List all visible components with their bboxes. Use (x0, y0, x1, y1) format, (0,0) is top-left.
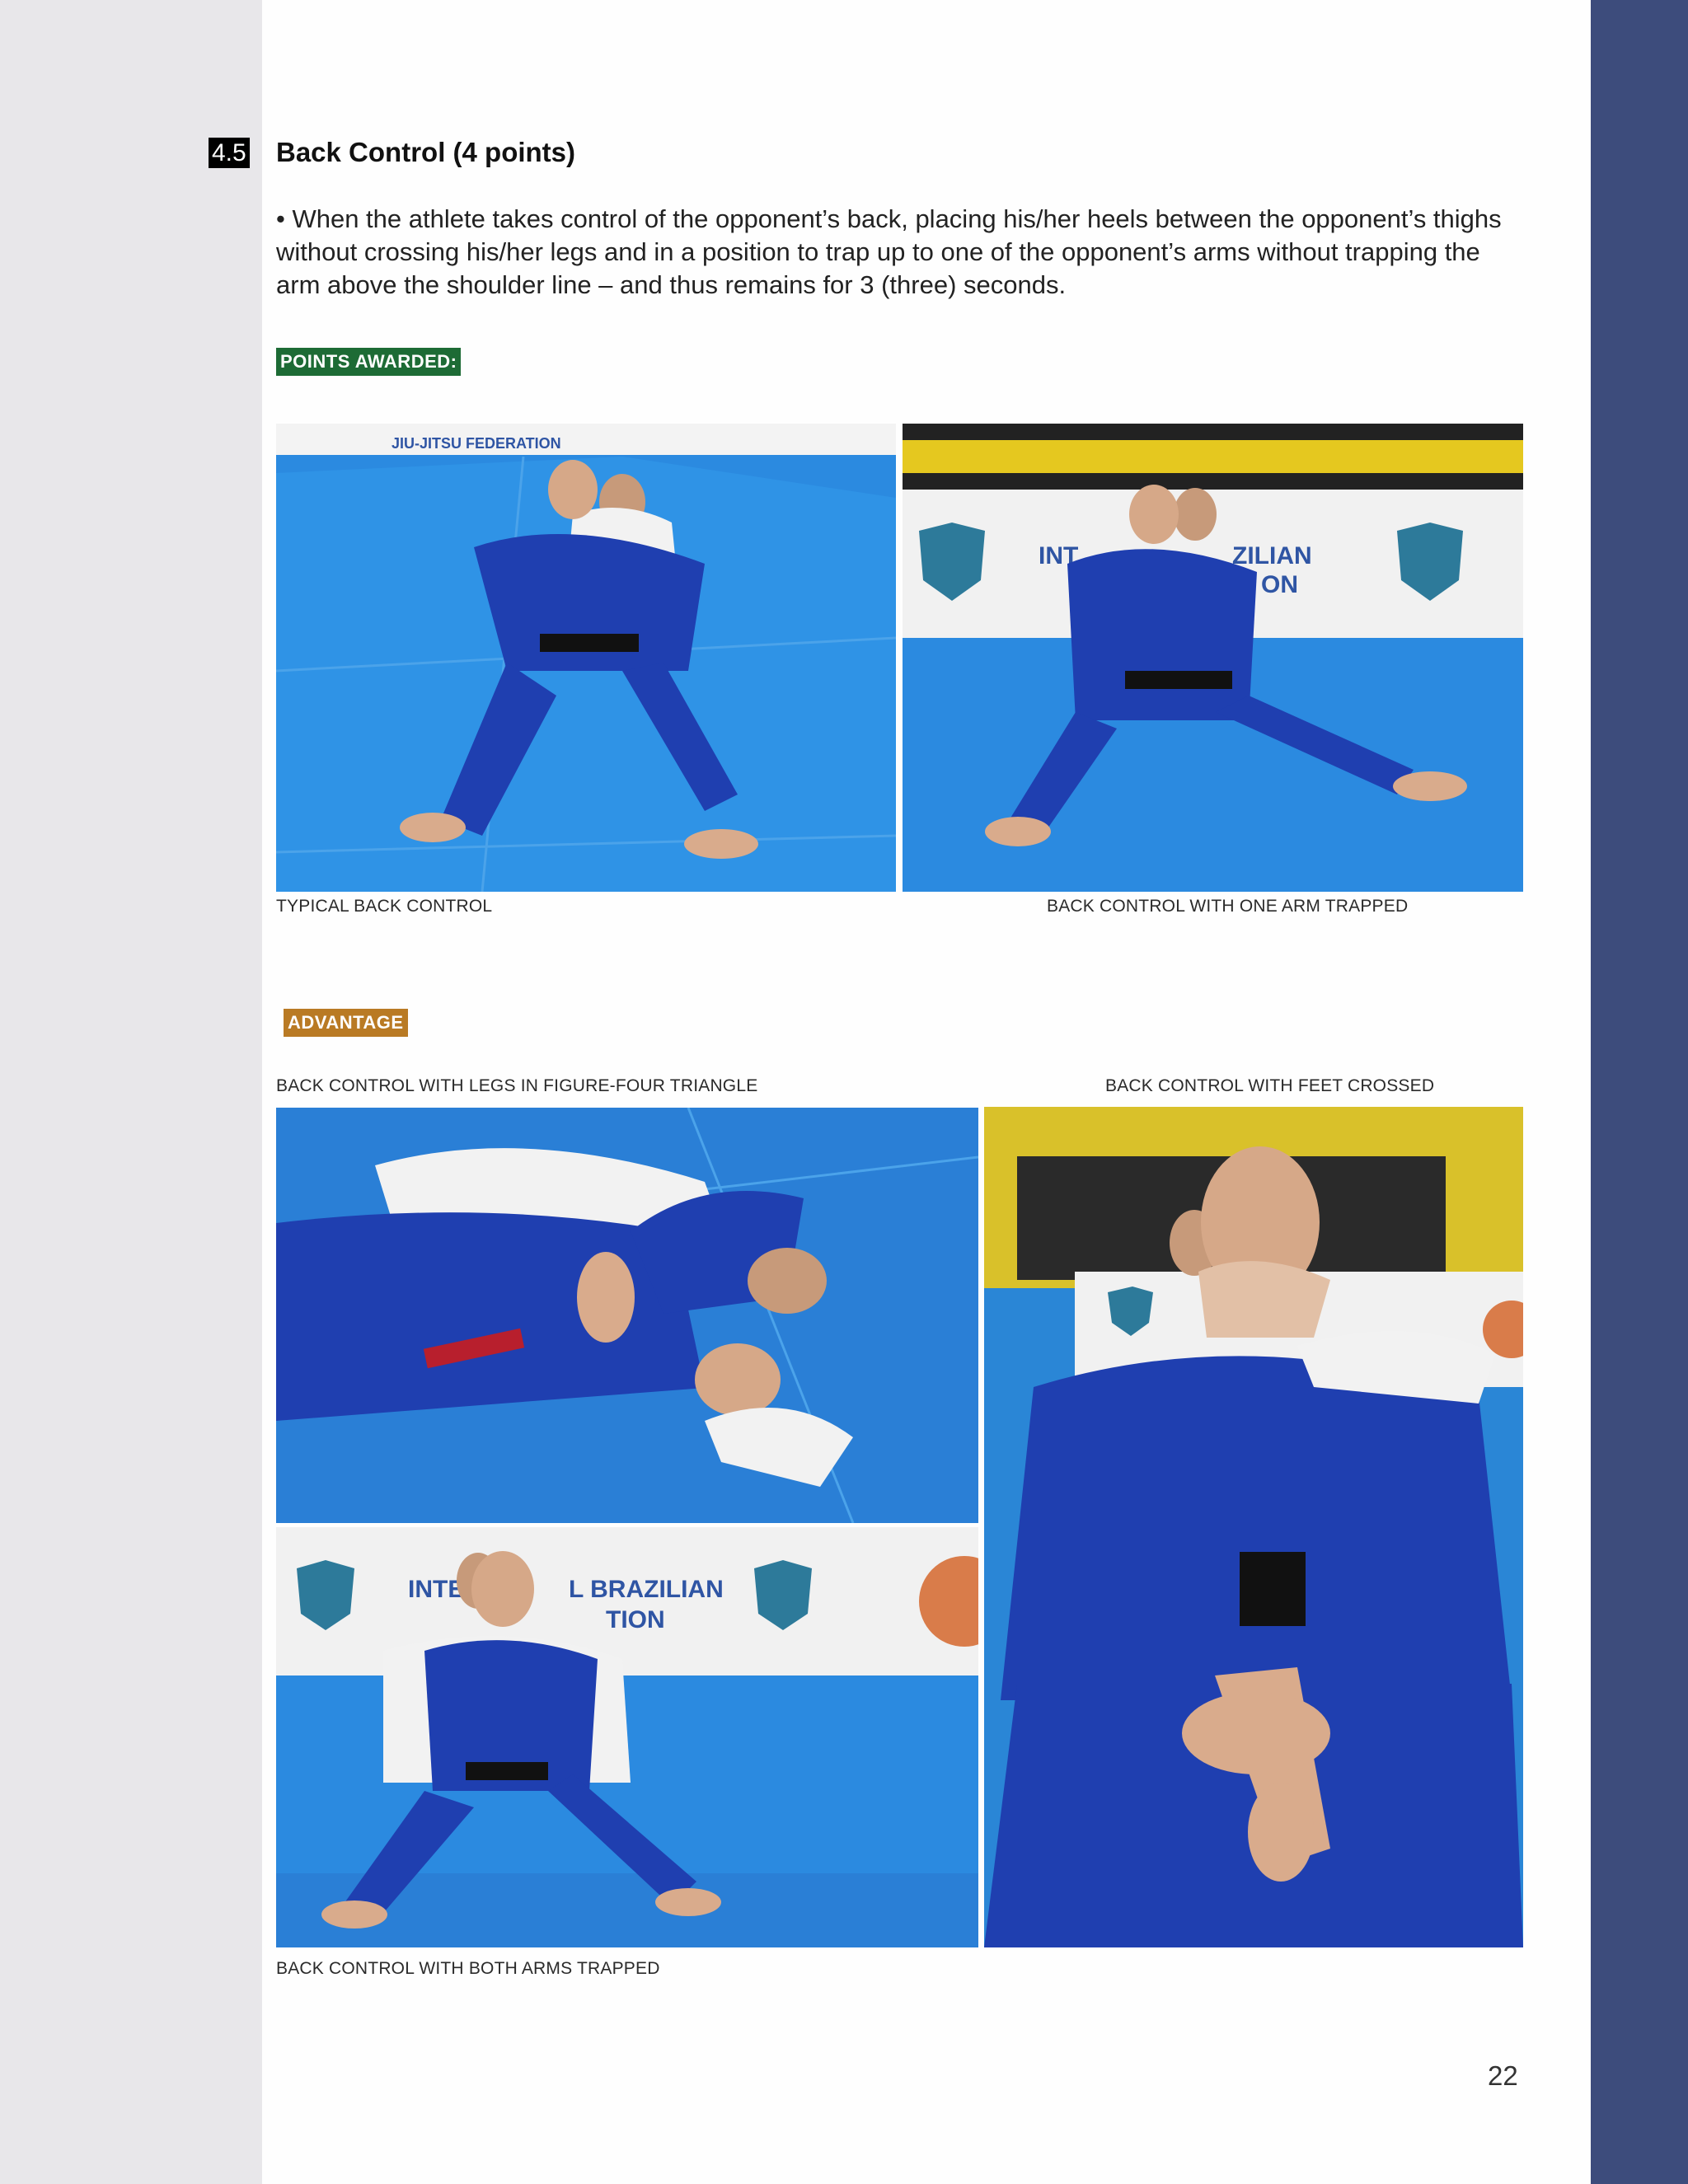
photo-one-arm-trapped-drawing: INT ZILIAN ON (903, 424, 1523, 892)
photo-both-arms-trapped-drawing: INTER L BRAZILIAN TION (276, 1527, 978, 1947)
photo-both-arms-trapped: INTER L BRAZILIAN TION (276, 1527, 978, 1947)
advantage-badge: ADVANTAGE (284, 1009, 408, 1037)
caption-both-arms-trapped: BACK CONTROL WITH BOTH ARMS TRAPPED (276, 1959, 660, 1978)
caption-figure-four: BACK CONTROL WITH LEGS IN FIGURE-FOUR TR… (276, 1076, 758, 1095)
banner-text: TION (606, 1606, 665, 1633)
photo-one-arm-trapped: INT ZILIAN ON (903, 424, 1523, 892)
photo-feet-crossed (984, 1107, 1523, 1947)
caption-typical-back-control: TYPICAL BACK CONTROL (276, 897, 493, 916)
photo-figure-four-triangle-drawing (276, 1108, 978, 1523)
banner-text: JIU-JITSU FEDERATION (392, 435, 561, 452)
photo-figure-four-triangle (276, 1108, 978, 1523)
section-body: • When the athlete takes control of the … (276, 204, 1502, 299)
points-awarded-badge: POINTS AWARDED: (276, 348, 462, 376)
caption-feet-crossed: BACK CONTROL WITH FEET CROSSED (1105, 1076, 1435, 1095)
caption-one-arm-trapped: BACK CONTROL WITH ONE ARM TRAPPED (1047, 897, 1409, 916)
right-edge-band (1591, 0, 1688, 2184)
photo-typical-back-control-drawing: JIU-JITSU FEDERATION (276, 424, 896, 892)
banner-text: ON (1261, 571, 1298, 598)
page-number: 22 (1488, 2060, 1518, 2091)
left-margin (0, 0, 262, 2184)
banner-text: ZILIAN (1232, 542, 1312, 569)
photo-typical-back-control: JIU-JITSU FEDERATION (276, 424, 896, 892)
section-number: 4.5 (209, 138, 250, 168)
photo-feet-crossed-drawing (984, 1107, 1523, 1947)
section-title: Back Control (4 points) (276, 137, 576, 167)
banner-text: L BRAZILIAN (569, 1576, 724, 1603)
